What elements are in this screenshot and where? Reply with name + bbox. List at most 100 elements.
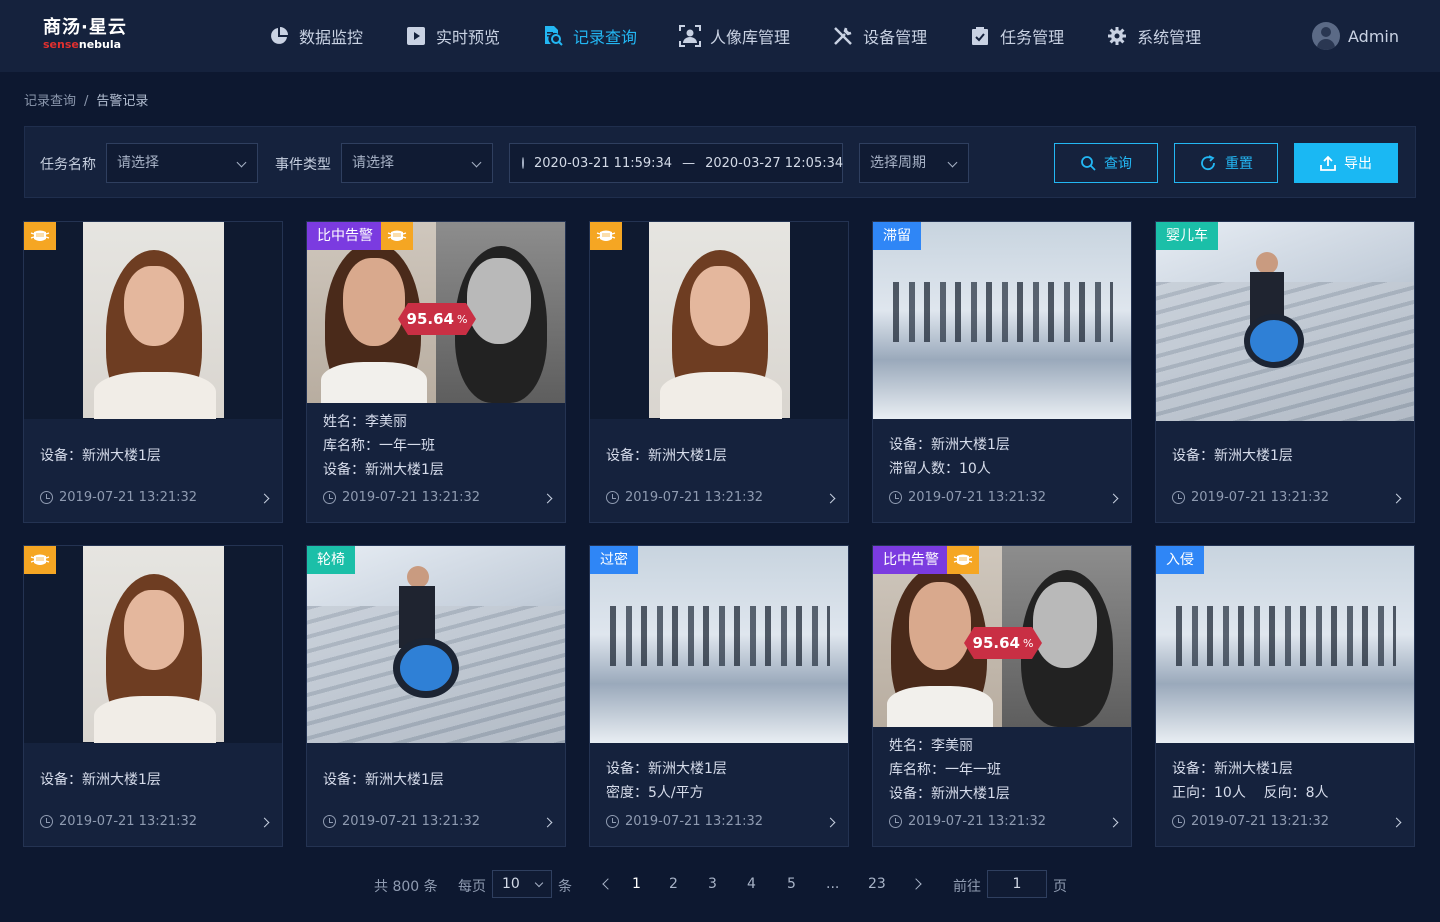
score-value: 95.64 — [406, 310, 454, 328]
clock-icon — [40, 491, 53, 504]
nav-label: 人像库管理 — [710, 28, 791, 47]
card-info: 设备：新洲大楼1层 正向：10人 反向：8人 — [1172, 757, 1329, 805]
info-line: 设备：新洲大楼1层 — [40, 448, 161, 464]
snapshot-image — [1156, 546, 1414, 743]
snapshot-image — [873, 222, 1131, 419]
info-line: 设备：新洲大楼1层 — [1172, 761, 1293, 777]
chevron-left-icon[interactable] — [602, 878, 614, 890]
filter-bar: 任务名称 请选择 事件类型 请选择 2020-03-21 11:59:34 — … — [24, 126, 1416, 198]
nav-label: 设备管理 — [863, 28, 928, 47]
info-line: 设备：新洲大楼1层 — [889, 437, 1010, 453]
chevron-right-icon[interactable] — [910, 878, 922, 890]
date-range-picker[interactable]: 2020-03-21 11:59:34 — 2020-03-27 12:05:3… — [509, 143, 843, 183]
chevron-right-icon[interactable] — [259, 817, 270, 828]
timestamp: 2019-07-21 13:21:32 — [59, 814, 198, 829]
nav-item-device-management[interactable]: 设备管理 — [832, 0, 927, 72]
nav-label: 数据监控 — [299, 28, 364, 47]
reset-button[interactable]: 重置 — [1174, 143, 1278, 183]
chevron-down-icon — [534, 878, 544, 888]
nav-item-system-management[interactable]: 系统管理 — [1106, 0, 1201, 72]
chevron-right-icon[interactable] — [1108, 493, 1119, 504]
logo-chinese-text: 商汤·星云 — [43, 17, 127, 38]
chevron-right-icon[interactable] — [1108, 817, 1119, 828]
nav-item-live-preview[interactable]: 实时预览 — [405, 0, 500, 72]
timestamp: 2019-07-21 13:21:32 — [908, 490, 1047, 505]
chevron-right-icon[interactable] — [542, 493, 553, 504]
record-card[interactable]: 设备：新洲大楼1层 2019-07-21 13:21:32 — [23, 221, 283, 523]
logo-sense-text: sense — [43, 38, 79, 51]
record-card[interactable]: 比中告警 95.64% 姓名：李美丽 库名称：一年一班 设备：新洲大楼1层 20… — [872, 545, 1132, 847]
record-card[interactable]: 滞留 设备：新洲大楼1层 滞留人数：10人 2019-07-21 13:21:3… — [872, 221, 1132, 523]
card-time: 2019-07-21 13:21:32 — [323, 814, 480, 829]
per-page-select[interactable]: 10 — [492, 870, 552, 898]
card-time: 2019-07-21 13:21:32 — [889, 490, 1046, 505]
info-line: 设备：新洲大楼1层 — [323, 772, 444, 788]
face-scan-icon — [679, 25, 702, 47]
chevron-right-icon[interactable] — [1391, 817, 1402, 828]
event-type-select[interactable]: 请选择 — [341, 143, 493, 183]
chevron-right-icon[interactable] — [542, 817, 553, 828]
nav-label: 记录查询 — [573, 28, 638, 47]
snapshot-image — [1156, 222, 1414, 421]
card-time: 2019-07-21 13:21:32 — [606, 814, 763, 829]
chevron-right-icon[interactable] — [825, 817, 836, 828]
info-line: 滞留人数：10人 — [889, 461, 991, 477]
snapshot-image — [590, 546, 848, 743]
record-card[interactable]: 设备：新洲大楼1层 2019-07-21 13:21:32 — [589, 221, 849, 523]
mask-icon — [590, 222, 622, 250]
refresh-icon — [1199, 155, 1217, 171]
record-card[interactable]: 设备：新洲大楼1层 2019-07-21 13:21:32 — [23, 545, 283, 847]
record-card[interactable]: 入侵 设备：新洲大楼1层 正向：10人 反向：8人 2019-07-21 13:… — [1155, 545, 1415, 847]
breadcrumb-current: 告警记录 — [96, 94, 149, 109]
record-card[interactable]: 轮椅 设备：新洲大楼1层 2019-07-21 13:21:32 — [306, 545, 566, 847]
record-card[interactable]: 比中告警 95.64% 姓名：李美丽 库名称：一年一班 设备：新洲大楼1层 20… — [306, 221, 566, 523]
clock-icon — [606, 815, 619, 828]
period-placeholder: 选择周期 — [870, 155, 926, 171]
per-page-label: 每页 — [458, 879, 486, 895]
avatar — [1312, 22, 1340, 50]
nav-label: 系统管理 — [1137, 28, 1202, 47]
page-23[interactable]: 23 — [868, 876, 886, 892]
jump-label: 前往 — [953, 879, 981, 895]
timestamp: 2019-07-21 13:21:32 — [1191, 490, 1330, 505]
query-button[interactable]: 查询 — [1054, 143, 1158, 183]
page-1[interactable]: 1 — [632, 876, 641, 892]
clock-icon — [323, 815, 336, 828]
page-5[interactable]: 5 — [787, 876, 796, 892]
page-4[interactable]: 4 — [747, 876, 756, 892]
card-info: 设备：新洲大楼1层 — [40, 768, 161, 792]
breadcrumb: 记录查询 / 告警记录 — [24, 90, 148, 109]
info-line: 库名称：一年一班 — [323, 438, 435, 454]
breadcrumb-root[interactable]: 记录查询 — [24, 94, 76, 109]
snapshot-image — [307, 546, 565, 743]
nav-item-record-query[interactable]: 记录查询 — [542, 0, 637, 72]
card-info: 姓名：李美丽 库名称：一年一班 设备：新洲大楼1层 — [889, 734, 1010, 806]
score-value: 95.64 — [972, 634, 1020, 652]
breadcrumb-separator: / — [84, 94, 89, 109]
chevron-right-icon[interactable] — [825, 493, 836, 504]
export-button[interactable]: 导出 — [1294, 143, 1398, 183]
per-page-unit: 条 — [558, 879, 572, 895]
record-card[interactable]: 过密 设备：新洲大楼1层 密度：5人/平方 2019-07-21 13:21:3… — [589, 545, 849, 847]
period-select[interactable]: 选择周期 — [859, 143, 969, 183]
jump-page-input[interactable]: 1 — [987, 870, 1047, 898]
nav-item-portrait-library[interactable]: 人像库管理 — [679, 0, 790, 72]
date-start: 2020-03-21 11:59:34 — [534, 155, 673, 171]
task-name-select[interactable]: 请选择 — [106, 143, 258, 183]
nav-item-data-monitor[interactable]: 数据监控 — [268, 0, 363, 72]
user-menu[interactable]: Admin — [1312, 22, 1399, 50]
play-icon — [405, 25, 427, 47]
score-unit: % — [1023, 636, 1034, 650]
record-card[interactable]: 婴儿车 设备：新洲大楼1层 2019-07-21 13:21:32 — [1155, 221, 1415, 523]
alert-tag: 轮椅 — [307, 546, 355, 574]
task-check-icon — [969, 25, 991, 47]
page-2[interactable]: 2 — [669, 876, 678, 892]
page-ellipsis[interactable]: ... — [826, 876, 839, 892]
card-info: 设备：新洲大楼1层 — [323, 768, 444, 792]
page-3[interactable]: 3 — [708, 876, 717, 892]
chevron-right-icon[interactable] — [1391, 493, 1402, 504]
chevron-right-icon[interactable] — [259, 493, 270, 504]
app-logo[interactable]: 商汤·星云 sensenebula — [43, 18, 127, 51]
nav-item-task-management[interactable]: 任务管理 — [969, 0, 1064, 72]
card-info: 设备：新洲大楼1层 — [606, 444, 727, 468]
